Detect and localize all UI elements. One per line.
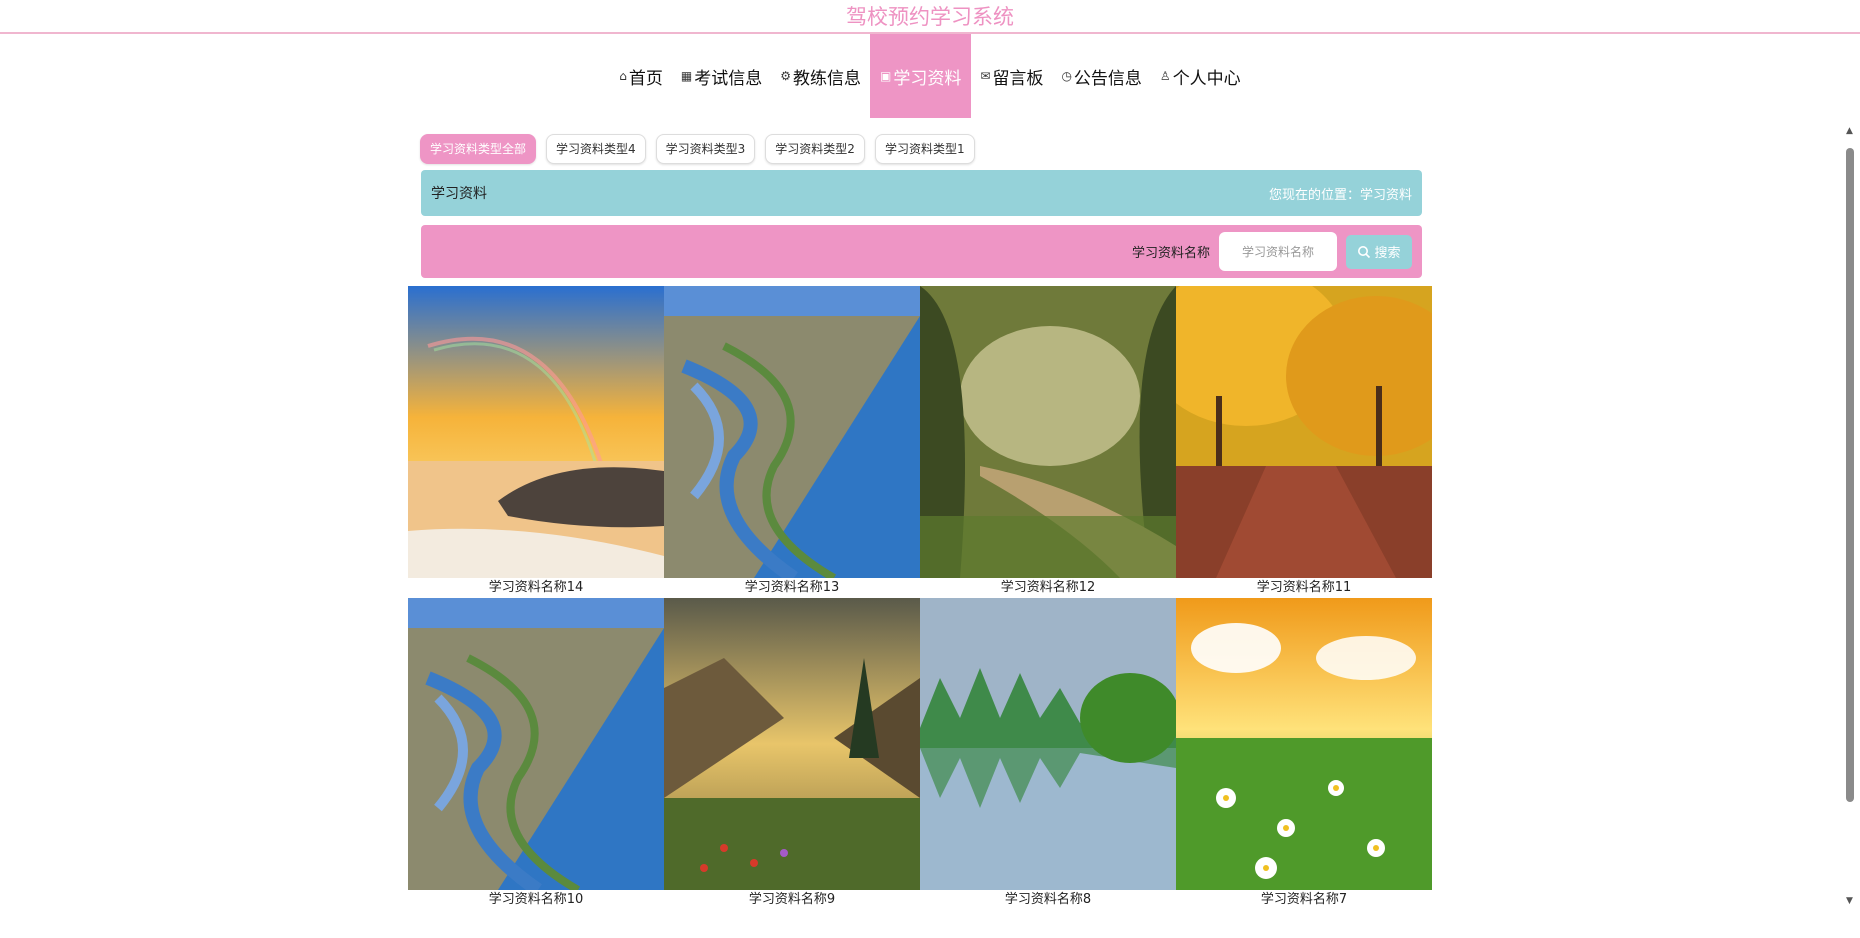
gift-icon: ▣ bbox=[880, 69, 892, 83]
card-image[interactable] bbox=[408, 286, 664, 578]
card-image[interactable] bbox=[920, 598, 1176, 890]
nav-item-0[interactable]: ⌂ 首页 bbox=[610, 34, 672, 118]
nav-item-1[interactable]: ▦ 考试信息 bbox=[672, 34, 771, 118]
search-button-label: 搜索 bbox=[1374, 246, 1401, 261]
material-card[interactable]: 学习资料名称8 bbox=[920, 598, 1176, 910]
site-title: 驾校预约学习系统 bbox=[846, 5, 1014, 29]
top-bar: 驾校预约学习系统 bbox=[0, 0, 1860, 34]
scrollbar[interactable]: ▲ ▼ bbox=[1844, 126, 1856, 906]
search-bar: 学习资料名称 搜索 bbox=[421, 225, 1422, 278]
nav-item-label: 学习资料 bbox=[893, 68, 962, 89]
material-grid: 学习资料名称14 学习资料名称13 学习资料名称12 学习资料名称11 学习资料… bbox=[408, 286, 1434, 910]
scrollbar-thumb[interactable] bbox=[1846, 148, 1854, 802]
clock-icon: ◷ bbox=[1061, 69, 1072, 83]
nav-item-label: 留言板 bbox=[992, 68, 1044, 89]
card-title[interactable]: 学习资料名称11 bbox=[1176, 578, 1432, 598]
card-title[interactable]: 学习资料名称10 bbox=[408, 890, 664, 910]
nav-item-2[interactable]: ⚙ 教练信息 bbox=[771, 34, 870, 118]
nav-item-label: 个人中心 bbox=[1172, 68, 1241, 89]
search-label: 学习资料名称 bbox=[1131, 246, 1210, 261]
grid-icon: ▦ bbox=[680, 69, 693, 83]
main-nav: ⌂ 首页 ▦ 考试信息 ⚙ 教练信息 ▣ 学习资料 ✉ 留言板 ◷ 公告信息 ♙ 个人中心 bbox=[0, 34, 1860, 118]
section-title: 学习资料 bbox=[431, 186, 487, 202]
nav-item-3[interactable]: ▣ 学习资料 bbox=[870, 34, 972, 118]
material-card[interactable]: 学习资料名称7 bbox=[1176, 598, 1432, 910]
card-image[interactable] bbox=[920, 286, 1176, 578]
filter-chip[interactable]: 学习资料类型4 bbox=[546, 134, 646, 164]
nav-item-4[interactable]: ✉ 留言板 bbox=[971, 34, 1052, 118]
material-card[interactable]: 学习资料名称9 bbox=[664, 598, 920, 910]
nav-item-label: 首页 bbox=[628, 68, 663, 89]
nav-item-6[interactable]: ♙ 个人中心 bbox=[1151, 34, 1250, 118]
card-title[interactable]: 学习资料名称12 bbox=[920, 578, 1176, 598]
scroll-down-icon[interactable]: ▼ bbox=[1846, 896, 1853, 906]
card-image[interactable] bbox=[408, 598, 664, 890]
material-card[interactable]: 学习资料名称13 bbox=[664, 286, 920, 598]
breadcrumb-bar: 学习资料 您现在的位置：学习资料 bbox=[421, 170, 1422, 216]
material-card[interactable]: 学习资料名称11 bbox=[1176, 286, 1432, 598]
filter-chip[interactable]: 学习资料类型2 bbox=[765, 134, 865, 164]
filter-chip[interactable]: 学习资料类型全部 bbox=[420, 134, 537, 164]
card-image[interactable] bbox=[1176, 286, 1432, 578]
nav-item-label: 考试信息 bbox=[694, 68, 763, 89]
nav-item-5[interactable]: ◷ 公告信息 bbox=[1052, 34, 1150, 118]
filter-chip[interactable]: 学习资料类型3 bbox=[655, 134, 756, 164]
nav-item-label: 教练信息 bbox=[793, 68, 862, 89]
material-card[interactable]: 学习资料名称12 bbox=[920, 286, 1176, 598]
card-title[interactable]: 学习资料名称7 bbox=[1176, 890, 1432, 910]
breadcrumb-location: 您现在的位置：学习资料 bbox=[1268, 187, 1412, 203]
material-card[interactable]: 学习资料名称14 bbox=[408, 286, 664, 598]
search-input[interactable] bbox=[1219, 232, 1337, 271]
card-title[interactable]: 学习资料名称8 bbox=[920, 890, 1176, 910]
settings-icon: ⚙ bbox=[780, 69, 792, 83]
category-filters: 学习资料类型全部 学习资料类型4 学习资料类型3 学习资料类型2 学习资料类型1 bbox=[420, 134, 975, 164]
material-card[interactable]: 学习资料名称10 bbox=[408, 598, 664, 910]
nav-item-label: 公告信息 bbox=[1073, 68, 1142, 89]
user-icon: ♙ bbox=[1159, 69, 1171, 83]
card-image[interactable] bbox=[1176, 598, 1432, 890]
card-title[interactable]: 学习资料名称13 bbox=[664, 578, 920, 598]
card-title[interactable]: 学习资料名称9 bbox=[664, 890, 920, 910]
home-icon: ⌂ bbox=[619, 69, 627, 83]
search-icon bbox=[1358, 245, 1371, 258]
card-title[interactable]: 学习资料名称14 bbox=[408, 578, 664, 598]
scroll-up-icon[interactable]: ▲ bbox=[1846, 126, 1853, 136]
filter-chip[interactable]: 学习资料类型1 bbox=[874, 134, 975, 164]
card-image[interactable] bbox=[664, 286, 920, 578]
card-image[interactable] bbox=[664, 598, 920, 890]
search-button[interactable]: 搜索 bbox=[1346, 234, 1412, 269]
mail-icon: ✉ bbox=[980, 69, 991, 83]
